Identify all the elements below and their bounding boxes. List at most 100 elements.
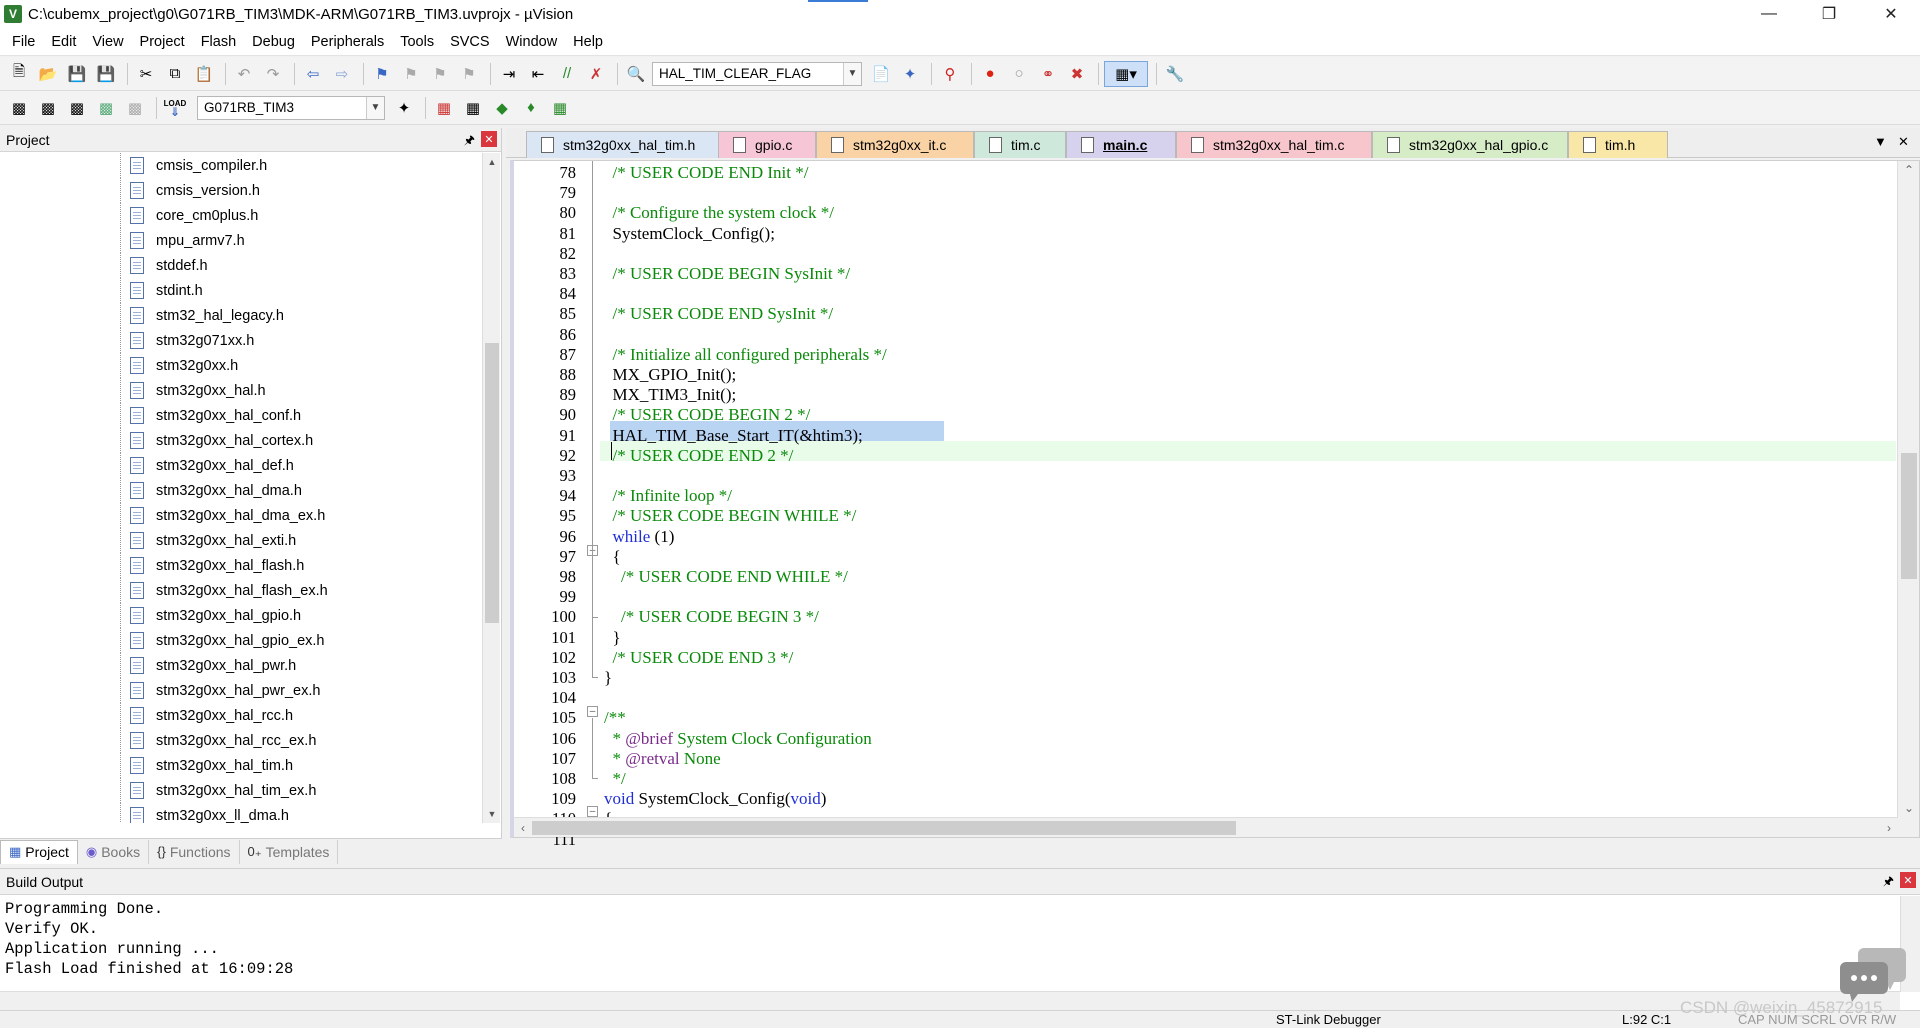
open-file-icon[interactable]: 📂 (35, 61, 61, 87)
menu-flash[interactable]: Flash (193, 28, 244, 56)
menu-project[interactable]: Project (132, 28, 193, 56)
restore-button[interactable]: ❐ (1800, 0, 1858, 28)
batch-build-icon[interactable]: ▩ (93, 95, 119, 121)
pin-icon[interactable]: 🖈 (464, 131, 475, 152)
menu-svcs[interactable]: SVCS (442, 28, 498, 56)
tree-item-file[interactable]: stm32g071xx.h (0, 328, 482, 353)
menu-window[interactable]: Window (498, 28, 566, 56)
tree-item-file[interactable]: stm32g0xx_hal_flash_ex.h (0, 578, 482, 603)
tree-item-file[interactable]: stm32g0xx_hal_gpio.h (0, 603, 482, 628)
code-editor[interactable]: 78 79 80 81 82 83 84 85 86 87 88 89 90 91 92 93 94 95 96 97… (510, 160, 1920, 849)
find-in-files-icon[interactable]: 🔍 (623, 61, 649, 87)
tab-books[interactable]: ◉ Books (78, 839, 150, 864)
tree-item-file[interactable]: stm32g0xx_hal_def.h (0, 453, 482, 478)
tree-item-file[interactable]: stm32g0xx_hal_conf.h (0, 403, 482, 428)
scroll-down-icon[interactable]: ▼ (483, 805, 501, 823)
tab-stm32g0xx-hal-gpio-c[interactable]: stm32g0xx_hal_gpio.c (1372, 131, 1568, 158)
tree-item-file[interactable]: stm32g0xx_hal_dma.h (0, 478, 482, 503)
tree-item-file[interactable]: stm32g0xx_hal_pwr_ex.h (0, 678, 482, 703)
menu-debug[interactable]: Debug (244, 28, 303, 56)
close-tab-icon[interactable]: ✕ (1898, 134, 1909, 150)
fold-toggle-icon[interactable]: – (587, 806, 598, 817)
tab-project[interactable]: ▦ Project (0, 839, 78, 864)
tree-item-file[interactable]: stm32g0xx_hal.h (0, 378, 482, 403)
manage-rte-icon[interactable]: ♦ (518, 95, 544, 121)
close-icon[interactable]: ✕ (481, 131, 497, 147)
editor-vertical-scrollbar[interactable]: ⌃ ⌄ (1897, 161, 1919, 837)
build-icon[interactable]: ▩ (35, 95, 61, 121)
paste-icon[interactable]: 📋 (191, 61, 217, 87)
minimize-button[interactable]: — (1740, 0, 1798, 28)
manage-project-icon[interactable]: ▦ (431, 95, 457, 121)
prev-bookmark-icon[interactable]: ⚑ (398, 61, 424, 87)
tree-item-file[interactable]: stm32g0xx_hal_rcc_ex.h (0, 728, 482, 753)
save-all-icon[interactable]: 💾 (93, 61, 119, 87)
find-combo[interactable]: HAL_TIM_CLEAR_FLAG ▼ (652, 61, 862, 86)
tab-templates[interactable]: 0₊ Templates (240, 839, 339, 864)
build-output-text[interactable]: Programming Done. Verify OK. Application… (5, 899, 293, 979)
scroll-thumb[interactable] (1901, 453, 1917, 579)
pin-icon[interactable]: 🖈 (1883, 872, 1894, 893)
manage-books-icon[interactable]: ▦ (460, 95, 486, 121)
cut-icon[interactable]: ✂ (133, 61, 159, 87)
tree-item-file[interactable]: stm32g0xx_hal_tim_ex.h (0, 778, 482, 803)
undo-icon[interactable]: ↶ (231, 61, 257, 87)
rebuild-icon[interactable]: ▩ (64, 95, 90, 121)
kill-breakpoints-icon[interactable]: ✖ (1064, 61, 1090, 87)
chevron-down-icon[interactable]: ▼ (366, 96, 384, 119)
pack-installer-icon[interactable]: ▦ (547, 95, 573, 121)
scroll-down-icon[interactable]: ⌄ (1898, 799, 1920, 817)
start-debug-icon[interactable]: ⚲ (937, 61, 963, 87)
nav-back-icon[interactable]: ⇦ (300, 61, 326, 87)
project-tree-scrollbar[interactable]: ▲ ▼ (482, 153, 500, 823)
menu-edit[interactable]: Edit (43, 28, 84, 56)
tab-stm32g0xx-hal-tim-h[interactable]: stm32g0xx_hal_tim.h (526, 131, 736, 158)
close-icon[interactable]: ✕ (1900, 872, 1916, 888)
tree-item-file[interactable]: stm32g0xx_hal_cortex.h (0, 428, 482, 453)
browse-icon[interactable]: 📄 (868, 61, 894, 87)
breakpoint-icon[interactable]: ● (977, 61, 1003, 87)
tab-stm32g0xx-it-c[interactable]: stm32g0xx_it.c (816, 131, 974, 158)
tree-item-file[interactable]: stdint.h (0, 278, 482, 303)
build-output-horizontal-scrollbar[interactable] (0, 991, 1900, 1011)
unindent-icon[interactable]: ⇤ (525, 61, 551, 87)
menu-file[interactable]: File (4, 28, 43, 56)
tab-tim-c[interactable]: tim.c (974, 131, 1066, 158)
tree-item-file[interactable]: mpu_armv7.h (0, 228, 482, 253)
tree-item-file[interactable]: stddef.h (0, 253, 482, 278)
menu-peripherals[interactable]: Peripherals (303, 28, 392, 56)
close-window-button[interactable]: ✕ (1862, 0, 1920, 28)
bookmark-icon[interactable]: ⚑ (369, 61, 395, 87)
scroll-thumb[interactable] (485, 343, 499, 623)
tree-item-file[interactable]: core_cm0plus.h (0, 203, 482, 228)
tree-item-file[interactable]: stm32_hal_legacy.h (0, 303, 482, 328)
tree-item-file[interactable]: stm32g0xx_hal_flash.h (0, 553, 482, 578)
incremental-find-icon[interactable]: ✦ (897, 61, 923, 87)
menu-view[interactable]: View (84, 28, 131, 56)
configure-icon[interactable]: 🔧 (1162, 61, 1188, 87)
fold-margin[interactable]: – – – (586, 161, 600, 837)
tree-item-file[interactable]: stm32g0xx_hal_exti.h (0, 528, 482, 553)
chevron-down-icon[interactable]: ▼ (843, 62, 861, 85)
tab-functions[interactable]: {} Functions (149, 839, 240, 864)
tab-gpio-c[interactable]: gpio.c (718, 131, 816, 158)
fold-toggle-icon[interactable]: – (587, 706, 598, 717)
scroll-right-icon[interactable]: › (1880, 818, 1898, 838)
target-options-icon[interactable]: ✦ (391, 95, 417, 121)
next-bookmark-icon[interactable]: ⚑ (427, 61, 453, 87)
tab-list-dropdown-icon[interactable]: ▼ (1874, 134, 1887, 149)
copy-icon[interactable]: ⧉ (162, 61, 188, 87)
redo-icon[interactable]: ↷ (260, 61, 286, 87)
scroll-thumb[interactable] (532, 821, 1236, 835)
clear-bookmarks-icon[interactable]: ⚑ (456, 61, 482, 87)
comment-icon[interactable]: // (554, 61, 580, 87)
load-icon[interactable]: LOAD ⇓ (162, 95, 188, 121)
tree-item-file[interactable]: cmsis_version.h (0, 178, 482, 203)
scroll-up-icon[interactable]: ⌃ (1898, 161, 1920, 179)
translate-icon[interactable]: ▩ (6, 95, 32, 121)
window-layout-icon[interactable]: ▦▾ (1104, 60, 1148, 87)
uncomment-icon[interactable]: ✗ (583, 61, 609, 87)
tree-item-file[interactable]: stm32g0xx_hal_pwr.h (0, 653, 482, 678)
scroll-up-icon[interactable]: ▲ (483, 153, 501, 171)
indent-icon[interactable]: ⇥ (496, 61, 522, 87)
